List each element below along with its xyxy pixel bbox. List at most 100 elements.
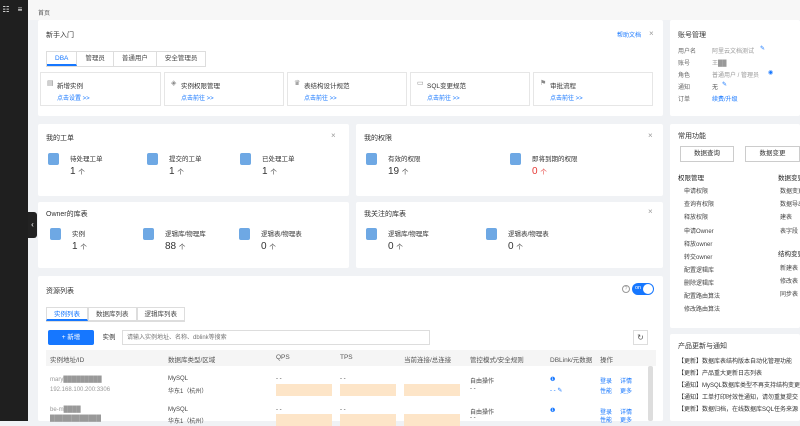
collapse-sidebar-button[interactable]: ‹ bbox=[28, 212, 37, 238]
crown-icon: ♛ bbox=[294, 80, 301, 87]
help-icon[interactable]: ? bbox=[622, 285, 630, 293]
stat-unit: 个 bbox=[396, 244, 403, 251]
stat-label: 实例 bbox=[72, 231, 85, 238]
help-docs-link[interactable]: 帮助文档 bbox=[617, 30, 641, 39]
row2-instance-name[interactable]: be-m████ bbox=[50, 407, 81, 413]
perm-item[interactable]: 释放owner bbox=[684, 239, 712, 248]
perm-item[interactable]: 配置逻辑库 bbox=[684, 265, 714, 274]
schema-item[interactable]: 修改表 bbox=[780, 276, 798, 285]
close-icon[interactable]: × bbox=[649, 29, 654, 38]
col-connections: 当前连接/总连接 bbox=[404, 357, 452, 364]
stat-unit: 个 bbox=[269, 244, 276, 251]
update-item[interactable]: 【更新】产品重大更新日志列表 bbox=[678, 368, 762, 377]
stat-unit: 个 bbox=[80, 244, 87, 251]
renew-upgrade-link[interactable]: 续费/升级 bbox=[712, 94, 738, 103]
schema-item[interactable]: 同步表 bbox=[780, 289, 798, 298]
close-icon[interactable]: × bbox=[648, 131, 653, 140]
row1-more[interactable]: 更多 bbox=[620, 386, 632, 395]
search-input[interactable] bbox=[122, 330, 430, 345]
menu-icon[interactable]: ≡ bbox=[16, 6, 24, 14]
stat-label: 提交的工单 bbox=[169, 156, 202, 163]
row1-detail[interactable]: 详情 bbox=[620, 376, 632, 385]
edit-icon[interactable]: - - ✎ bbox=[550, 387, 562, 394]
item-link[interactable]: 点击设置 >> bbox=[57, 93, 90, 102]
row2-more[interactable]: 更多 bbox=[620, 415, 632, 424]
followed-dbs-title: 我关注的库表 bbox=[364, 211, 406, 218]
quick-start-permission[interactable]: ◈ 实例权限管理 点击前往 >> bbox=[164, 72, 284, 106]
refresh-button[interactable]: ↻ bbox=[633, 330, 648, 345]
filter-select[interactable]: 实例 bbox=[98, 330, 120, 345]
toggle-switch[interactable]: on bbox=[632, 283, 654, 295]
dblink-help-icon[interactable]: ❶ bbox=[550, 376, 555, 383]
table-scrollbar[interactable] bbox=[648, 366, 653, 421]
change-item[interactable]: 建表 bbox=[780, 212, 792, 221]
server-icon bbox=[50, 228, 61, 240]
row2-rule: - - bbox=[470, 415, 476, 421]
stat-unit: 个 bbox=[540, 169, 547, 176]
ticket-icon bbox=[147, 153, 158, 165]
tab-admin[interactable]: 管理员 bbox=[77, 52, 114, 66]
my-permissions-title: 我的权限 bbox=[364, 135, 392, 142]
update-item[interactable]: 【更新】数据库表结构版本自动化管理功能 bbox=[678, 356, 792, 365]
row2-instance-sub: ████████████ bbox=[50, 416, 102, 422]
tab-database-list[interactable]: 数据库列表 bbox=[88, 307, 137, 321]
data-change-button[interactable]: 数据变更 bbox=[745, 146, 800, 162]
stat-label: 逻辑库/物理库 bbox=[388, 231, 429, 238]
resource-tabs: 实例列表 数据库列表 逻辑库列表 bbox=[46, 307, 185, 322]
order-label: 订单 bbox=[678, 97, 691, 103]
change-item[interactable]: 数据导出 bbox=[780, 199, 800, 208]
quick-start-sql-spec[interactable]: ▭ SQL变更规范 点击前往 >> bbox=[410, 72, 530, 106]
update-item[interactable]: 【通知】工单打印时效性通知，请勿重复提交 bbox=[678, 392, 798, 401]
update-item[interactable]: 【通知】MySQL数据库类型不再支持结构变更 bbox=[678, 380, 800, 389]
grid-icon[interactable]: ☷ bbox=[2, 6, 10, 14]
stat-count: 88 bbox=[165, 241, 177, 252]
col-db-type[interactable]: 数据库类型/区域 bbox=[168, 354, 215, 364]
stat-unit: 个 bbox=[78, 169, 85, 176]
quick-start-new-instance[interactable]: ▤ 新增实例 点击设置 >> bbox=[40, 72, 161, 106]
item-link[interactable]: 点击前往 >> bbox=[427, 93, 460, 102]
perm-item[interactable]: 释放权限 bbox=[684, 212, 708, 221]
role-label: 角色 bbox=[678, 73, 691, 79]
close-icon[interactable]: × bbox=[331, 131, 336, 140]
perm-item[interactable]: 修改路由算法 bbox=[684, 304, 720, 313]
item-link[interactable]: 点击前往 >> bbox=[304, 93, 337, 102]
item-link[interactable]: 点击前往 >> bbox=[181, 93, 214, 102]
schema-item[interactable]: 新建表 bbox=[780, 263, 798, 272]
perm-item[interactable]: 申请Owner bbox=[684, 226, 714, 235]
change-item[interactable]: 数据变更 bbox=[780, 186, 800, 195]
close-icon[interactable]: × bbox=[648, 207, 653, 216]
edit-username-icon[interactable]: ✎ bbox=[760, 45, 765, 52]
tab-instance-list[interactable]: 实例列表 bbox=[46, 307, 88, 321]
perm-item[interactable]: 申请权限 bbox=[684, 186, 708, 195]
col-dblink: DBLink/元数据 bbox=[550, 357, 593, 364]
account-title: 账号管理 bbox=[678, 32, 706, 39]
perm-item[interactable]: 配置路由算法 bbox=[684, 291, 720, 300]
edit-notify-icon[interactable]: ✎ bbox=[722, 81, 727, 88]
row1-login[interactable]: 登录 bbox=[600, 376, 612, 385]
stat-count: 0 bbox=[261, 241, 267, 252]
stat-count: 0 bbox=[388, 241, 394, 252]
perm-item[interactable]: 转交owner bbox=[684, 252, 712, 261]
row1-performance[interactable]: 性能 bbox=[600, 386, 612, 395]
new-instance-button[interactable]: + 新增 bbox=[48, 330, 94, 345]
tab-logic-db-list[interactable]: 逻辑库列表 bbox=[136, 307, 185, 321]
dblink-help-icon[interactable]: ❶ bbox=[550, 407, 555, 414]
perm-item[interactable]: 删除逻辑库 bbox=[684, 278, 714, 287]
row1-instance-name[interactable]: mary█████████ bbox=[50, 377, 102, 383]
view-role-icon[interactable]: ◉ bbox=[768, 69, 773, 76]
perm-item[interactable]: 查询有权限 bbox=[684, 199, 714, 208]
item-link[interactable]: 点击前往 >> bbox=[550, 93, 583, 102]
row1-instance-sub: 192.168.100.200:3306 bbox=[50, 387, 111, 393]
quick-start-approval[interactable]: ⚑ 审批流程 点击前往 >> bbox=[533, 72, 653, 106]
change-item[interactable]: 表字段 bbox=[780, 226, 798, 235]
row2-performance[interactable]: 性能 bbox=[600, 415, 612, 424]
stat-label: 逻辑库/物理库 bbox=[165, 231, 206, 238]
update-item[interactable]: 【更新】数据归档，在线数据库SQL任务来源 bbox=[678, 404, 798, 413]
col-qps: QPS bbox=[276, 354, 290, 361]
quick-start-table-spec[interactable]: ♛ 表结构设计规范 点击前往 >> bbox=[287, 72, 407, 106]
tab-security-admin[interactable]: 安全管理员 bbox=[157, 52, 206, 66]
col-instance-address[interactable]: 实例地址/ID bbox=[50, 354, 84, 364]
data-query-button[interactable]: 数据查询 bbox=[680, 146, 734, 162]
tab-normal-user[interactable]: 普通用户 bbox=[114, 52, 157, 66]
tab-dba[interactable]: DBA bbox=[47, 52, 78, 66]
